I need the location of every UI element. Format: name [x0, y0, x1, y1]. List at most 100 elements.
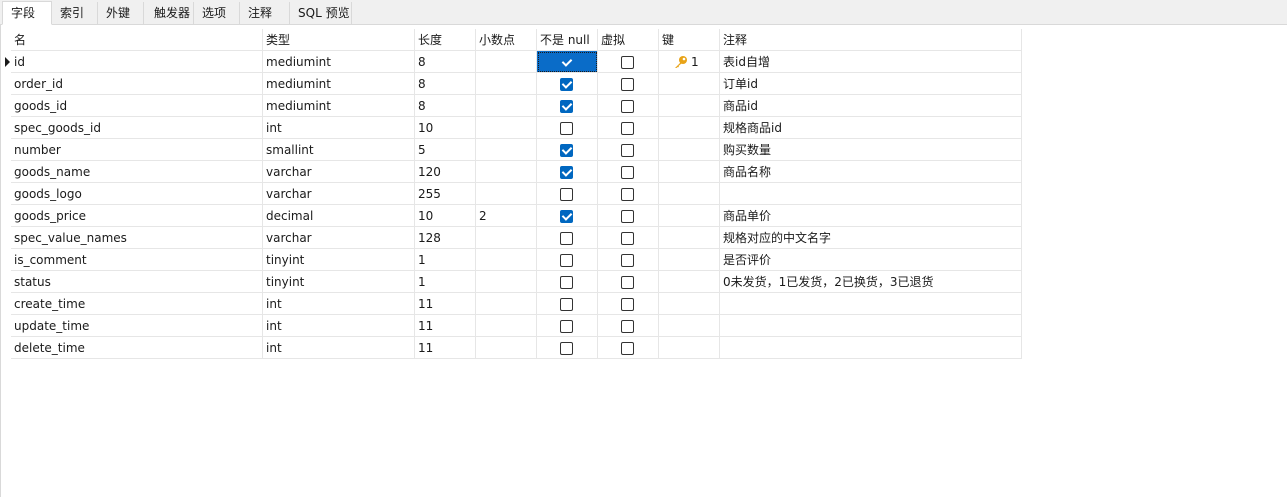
row-selector[interactable]: [1, 139, 11, 161]
length-cell[interactable]: 128: [415, 227, 476, 249]
not-null-checkbox[interactable]: [560, 78, 573, 91]
length-cell[interactable]: 10: [415, 117, 476, 139]
virtual-checkbox[interactable]: [621, 254, 634, 267]
virtual-checkbox[interactable]: [621, 56, 634, 69]
not-null-checkbox[interactable]: [560, 100, 573, 113]
key-cell[interactable]: [659, 183, 720, 205]
column-header-key[interactable]: 键: [659, 29, 720, 51]
length-cell[interactable]: 5: [415, 139, 476, 161]
comment-cell[interactable]: 规格对应的中文名字: [720, 227, 1022, 249]
not-null-cell[interactable]: [537, 73, 598, 95]
virtual-cell[interactable]: [598, 271, 659, 293]
decimals-cell[interactable]: [476, 183, 537, 205]
row-selector[interactable]: [1, 293, 11, 315]
key-cell[interactable]: [659, 337, 720, 359]
name-cell[interactable]: update_time: [11, 315, 263, 337]
virtual-cell[interactable]: [598, 117, 659, 139]
column-header-type[interactable]: 类型: [263, 29, 415, 51]
row-selector[interactable]: [1, 205, 11, 227]
name-cell[interactable]: goods_logo: [11, 183, 263, 205]
comment-cell[interactable]: 商品id: [720, 95, 1022, 117]
not-null-checkbox[interactable]: [560, 210, 573, 223]
tab-sql-preview[interactable]: SQL 预览: [290, 2, 352, 24]
virtual-checkbox[interactable]: [621, 100, 634, 113]
decimals-cell[interactable]: [476, 227, 537, 249]
not-null-checkbox[interactable]: [560, 254, 573, 267]
decimals-cell[interactable]: [476, 95, 537, 117]
not-null-cell[interactable]: [537, 271, 598, 293]
comment-cell[interactable]: 表id自增: [720, 51, 1022, 73]
length-cell[interactable]: 11: [415, 337, 476, 359]
name-cell[interactable]: goods_price: [11, 205, 263, 227]
type-cell[interactable]: smallint: [263, 139, 415, 161]
not-null-cell[interactable]: [537, 293, 598, 315]
length-cell[interactable]: 255: [415, 183, 476, 205]
length-cell[interactable]: 11: [415, 293, 476, 315]
not-null-checkbox[interactable]: [560, 276, 573, 289]
row-selector[interactable]: [1, 315, 11, 337]
tab-comment[interactable]: 注释: [240, 2, 290, 24]
not-null-cell[interactable]: [537, 161, 598, 183]
row-selector[interactable]: [1, 51, 11, 73]
not-null-checkbox[interactable]: [560, 166, 573, 179]
not-null-cell[interactable]: [537, 227, 598, 249]
decimals-cell[interactable]: 2: [476, 205, 537, 227]
name-cell[interactable]: goods_name: [11, 161, 263, 183]
virtual-cell[interactable]: [598, 161, 659, 183]
virtual-checkbox[interactable]: [621, 122, 634, 135]
not-null-cell[interactable]: [537, 117, 598, 139]
column-header-length[interactable]: 长度: [415, 29, 476, 51]
not-null-checkbox[interactable]: [560, 232, 573, 245]
virtual-checkbox[interactable]: [621, 320, 634, 333]
not-null-checkbox[interactable]: [560, 56, 573, 69]
row-selector[interactable]: [1, 95, 11, 117]
virtual-cell[interactable]: [598, 51, 659, 73]
type-cell[interactable]: mediumint: [263, 73, 415, 95]
length-cell[interactable]: 8: [415, 73, 476, 95]
key-cell[interactable]: [659, 73, 720, 95]
key-cell[interactable]: 1: [659, 51, 720, 73]
virtual-cell[interactable]: [598, 205, 659, 227]
virtual-checkbox[interactable]: [621, 188, 634, 201]
not-null-cell[interactable]: [537, 337, 598, 359]
key-cell[interactable]: [659, 249, 720, 271]
type-cell[interactable]: int: [263, 315, 415, 337]
name-cell[interactable]: goods_id: [11, 95, 263, 117]
virtual-cell[interactable]: [598, 293, 659, 315]
virtual-checkbox[interactable]: [621, 232, 634, 245]
column-header-name[interactable]: 名: [11, 29, 263, 51]
row-selector[interactable]: [1, 73, 11, 95]
comment-cell[interactable]: 订单id: [720, 73, 1022, 95]
comment-cell[interactable]: 商品名称: [720, 161, 1022, 183]
comment-cell[interactable]: [720, 183, 1022, 205]
tab-indexes[interactable]: 索引: [52, 2, 98, 24]
comment-cell[interactable]: 购买数量: [720, 139, 1022, 161]
not-null-checkbox[interactable]: [560, 144, 573, 157]
type-cell[interactable]: int: [263, 293, 415, 315]
row-selector[interactable]: [1, 183, 11, 205]
length-cell[interactable]: 8: [415, 51, 476, 73]
not-null-checkbox[interactable]: [560, 122, 573, 135]
virtual-cell[interactable]: [598, 139, 659, 161]
column-header-decimals[interactable]: 小数点: [476, 29, 537, 51]
name-cell[interactable]: order_id: [11, 73, 263, 95]
tab-triggers[interactable]: 触发器: [146, 2, 194, 24]
type-cell[interactable]: mediumint: [263, 95, 415, 117]
length-cell[interactable]: 11: [415, 315, 476, 337]
type-cell[interactable]: int: [263, 117, 415, 139]
not-null-cell[interactable]: [537, 183, 598, 205]
name-cell[interactable]: spec_goods_id: [11, 117, 263, 139]
key-cell[interactable]: [659, 293, 720, 315]
decimals-cell[interactable]: [476, 139, 537, 161]
comment-cell[interactable]: 0未发货，1已发货，2已换货，3已退货: [720, 271, 1022, 293]
decimals-cell[interactable]: [476, 337, 537, 359]
not-null-checkbox[interactable]: [560, 298, 573, 311]
virtual-checkbox[interactable]: [621, 78, 634, 91]
not-null-cell[interactable]: [537, 95, 598, 117]
virtual-cell[interactable]: [598, 315, 659, 337]
key-cell[interactable]: [659, 205, 720, 227]
key-cell[interactable]: [659, 117, 720, 139]
name-cell[interactable]: id: [11, 51, 263, 73]
length-cell[interactable]: 10: [415, 205, 476, 227]
key-cell[interactable]: [659, 139, 720, 161]
